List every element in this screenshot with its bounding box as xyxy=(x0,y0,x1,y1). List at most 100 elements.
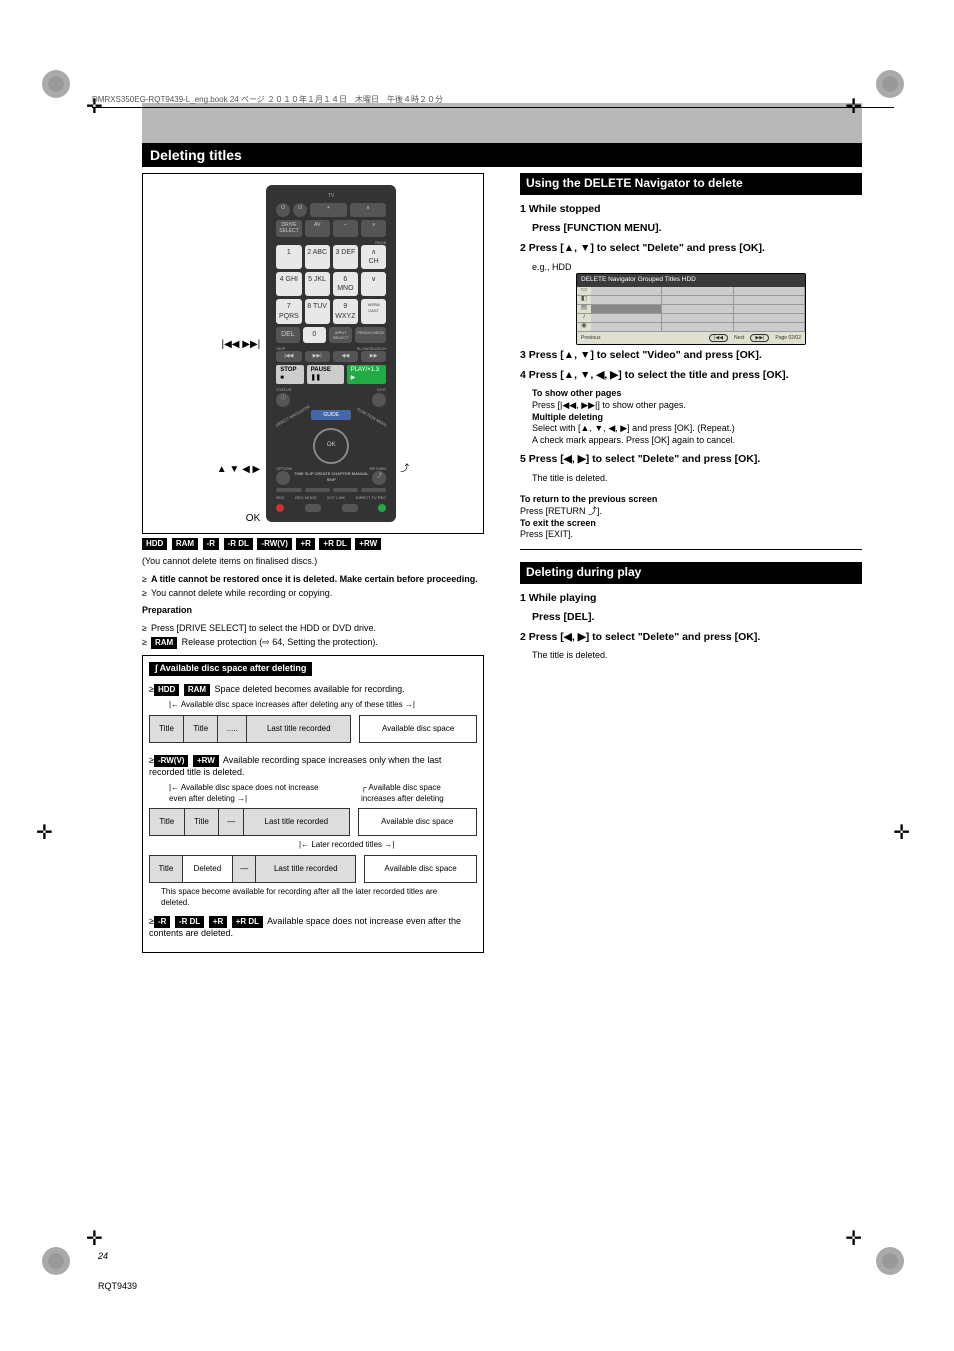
badge-rwv: -RW(V) xyxy=(257,538,292,550)
num-0: 0 xyxy=(303,327,326,343)
color-button xyxy=(305,488,330,492)
exit-title: To exit the screen xyxy=(520,518,596,528)
g2-later: Later recorded titles xyxy=(311,840,382,849)
table-cell: Last title recorded xyxy=(256,855,356,882)
exit-icon xyxy=(372,393,386,407)
del-button: DEL xyxy=(276,327,299,343)
badge-r: -R xyxy=(154,916,170,928)
registration-cross-icon: ✛ xyxy=(36,820,53,845)
input-select-button: INPUT SELECT xyxy=(329,327,352,343)
show-pages-body: Press [|◀◀, ▶▶|] to show other pages. xyxy=(532,400,862,412)
table-cell: Last title recorded xyxy=(244,808,350,835)
return-body: Press [RETURN ⤴]. xyxy=(520,506,862,518)
num-8: 8 TUV xyxy=(305,299,330,323)
warning-copying: You cannot delete while recording or cop… xyxy=(142,588,484,600)
return-title: To return to the previous screen xyxy=(520,494,657,504)
step-4: 4 Press [▲, ▼, ◀, ▶] to select the title… xyxy=(520,369,789,381)
viera-button: VIERA CAST xyxy=(361,299,386,323)
num-4: 4 GHI xyxy=(276,272,301,296)
ch-up-icon: ∧CH xyxy=(361,245,386,269)
prog-check-button: PROG/CHECK xyxy=(355,327,386,343)
rec-dot-icon xyxy=(276,504,284,512)
g1-text: Space deleted becomes available for reco… xyxy=(215,684,405,694)
warning-restore: A title cannot be restored once it is de… xyxy=(151,574,478,584)
step-5: 5 Press [◀, ▶] to select "Delete" and pr… xyxy=(520,453,760,465)
table-cell: Last title recorded xyxy=(247,715,351,742)
step2-sub: e.g., HDD xyxy=(532,262,862,274)
tv-power-icon: ⏻ xyxy=(293,203,307,217)
photo-icon: ◉ xyxy=(577,323,591,332)
color-button xyxy=(276,488,301,492)
direct-nav-label: DIRECT NAVIGATOR xyxy=(275,404,311,428)
multi-delete-body2: A check mark appears. Press [OK] again t… xyxy=(532,435,862,447)
table-cell: ..... xyxy=(218,715,247,742)
ch-down-icon: ∨ xyxy=(361,272,386,296)
next-track-icon: ▶▶| xyxy=(305,351,330,362)
disc-space-table-2a: Title Title — Last title recorded Availa… xyxy=(149,808,477,836)
note-title: ∫ Available disc space after deleting xyxy=(149,662,312,676)
badge-plusrdl: +R DL xyxy=(232,916,263,928)
badge-rwv: -RW(V) xyxy=(154,755,189,767)
print-header-line: DMRXS350EG-RQT9439-L_eng.book 24 ページ ２０１… xyxy=(92,94,894,108)
disc-badges: HDD RAM -R -R DL -RW(V) +R +R DL +RW xyxy=(142,538,484,550)
exit-body: Press [EXIT]. xyxy=(520,529,862,550)
next-label: Next xyxy=(734,335,744,342)
disc-space-table-2b: Title Deleted — Last title recorded Avai… xyxy=(149,855,477,883)
crop-mark-icon xyxy=(42,70,70,98)
multi-delete-title: Multiple deleting xyxy=(532,412,603,422)
disc-space-table-1: Title Title ..... Last title recorded Av… xyxy=(149,715,477,743)
badge-plusr: +R xyxy=(296,538,314,550)
picture-icon: ◧ xyxy=(577,296,591,305)
badge-plusrdl: +R DL xyxy=(319,538,350,550)
dp-step1-sub: Press [DEL]. xyxy=(532,611,594,623)
color-button xyxy=(361,488,386,492)
exit-button: EXIT xyxy=(377,387,386,392)
color-button xyxy=(333,488,358,492)
g1-arrow-label: Available disc space increases after del… xyxy=(181,700,403,709)
num-2: 2 ABC xyxy=(305,245,330,269)
dp-step2-sub: The title is deleted. xyxy=(532,650,862,662)
during-play-header: Deleting during play xyxy=(520,562,862,584)
guide-button: GUIDE xyxy=(311,410,351,421)
ok-label: OK xyxy=(246,512,260,525)
timeslip-label: TIME SLIP xyxy=(294,471,313,476)
step-1: 1 While stopped xyxy=(520,203,601,215)
step-2: 2 Press [▲, ▼] to select "Delete" and pr… xyxy=(520,242,765,254)
table-cell: Available disc space xyxy=(360,715,477,742)
table-cell: — xyxy=(233,855,256,882)
video-icon: ▭ xyxy=(577,287,591,296)
g2-footer: This space become available for recordin… xyxy=(161,887,465,908)
tv-rec-dot-icon xyxy=(378,504,386,512)
badge-ram: RAM xyxy=(151,637,177,649)
preparation-heading: Preparation xyxy=(142,605,192,615)
registration-cross-icon: ✛ xyxy=(893,820,910,845)
page: ✛ ✛ ✛ ✛ ✛ ✛ DMRXS350EG-RQT9439-L_eng.boo… xyxy=(0,0,954,1351)
warning-bullets: A title cannot be restored once it is de… xyxy=(142,574,484,599)
num-7: 7 PQRS xyxy=(276,299,301,323)
table-cell: Title xyxy=(184,808,219,835)
step1-sub: Press [FUNCTION MENU]. xyxy=(532,222,662,234)
badge-ram: RAM xyxy=(172,538,198,550)
badge-plusrw: +RW xyxy=(193,755,219,767)
func-menu-label: FUNCTION MENU xyxy=(356,407,388,428)
rec-mode-label: REC MODE xyxy=(295,495,317,500)
ext-link-label: EXT LINK xyxy=(327,495,345,500)
pause-button: PAUSE ❚❚ xyxy=(307,365,344,385)
rewind-icon: ◀◀ xyxy=(333,351,358,362)
grey-header-bar xyxy=(142,103,862,143)
registration-cross-icon: ✛ xyxy=(845,1226,862,1251)
table-cell: Available disc space xyxy=(358,808,476,835)
stop-button: STOP ■ xyxy=(276,365,303,385)
table-cell: Title xyxy=(150,808,185,835)
direct-tv-rec-label: DIRECT TV REC xyxy=(356,495,387,500)
status-button: STATUS xyxy=(276,387,291,392)
badge-rdl: -R DL xyxy=(175,916,204,928)
badge-hdd: HDD xyxy=(142,538,167,550)
vol-plus: + xyxy=(310,203,347,217)
badge-rdl: -R DL xyxy=(224,538,253,550)
power-icon: ⏻ xyxy=(276,203,290,217)
page-code: RQT9439 xyxy=(98,1281,137,1291)
num-1: 1 xyxy=(276,245,301,269)
remote-callout-labels: |◀◀ ▶▶| ▲ ▼ ◀ ▶ OK xyxy=(217,182,261,525)
ch-down-icon: ∨ xyxy=(361,220,386,237)
